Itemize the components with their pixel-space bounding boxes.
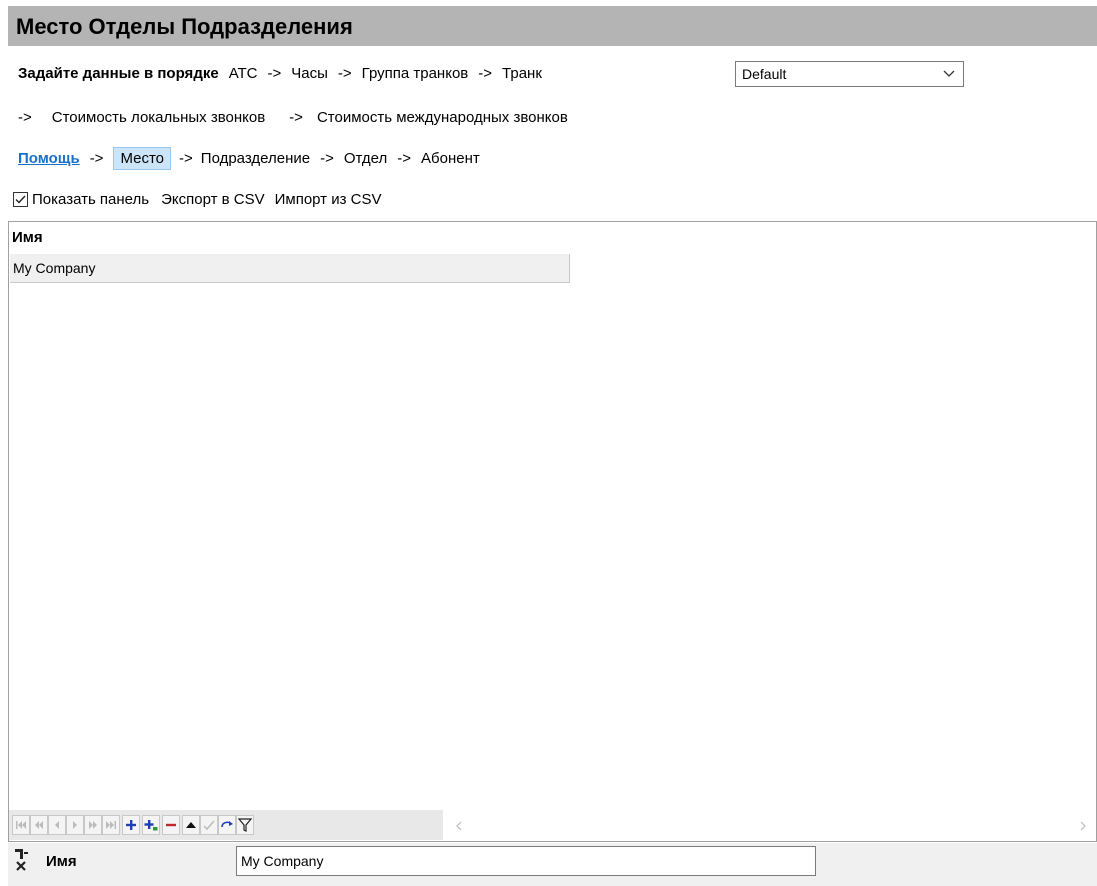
clear-filter-icon — [15, 849, 28, 871]
checkmark-icon — [15, 195, 26, 204]
nav-item-department[interactable]: Отдел — [344, 150, 387, 167]
prev-page-button[interactable] — [30, 815, 48, 835]
edit-record-button[interactable] — [182, 815, 200, 835]
clear-filter-button[interactable] — [12, 846, 38, 876]
scroll-right-icon — [1080, 821, 1086, 831]
nav-item-place[interactable]: Место — [113, 147, 172, 170]
next-record-button[interactable] — [66, 815, 84, 835]
filter-icon — [238, 818, 252, 832]
title-bar: Место Отделы Подразделения — [8, 6, 1097, 46]
order-breadcrumb: Задайте данные в порядке АТС -> Часы -> Групп… — [18, 65, 542, 82]
first-icon — [16, 821, 26, 829]
international-calls-cost-link[interactable]: Стоимость международных звонков — [317, 109, 568, 126]
show-panel-checkbox[interactable] — [13, 192, 28, 207]
insert-record-button[interactable] — [122, 815, 140, 835]
order-intro: Задайте данные в порядке — [18, 65, 219, 82]
import-csv-link[interactable]: Импорт из CSV — [275, 191, 382, 208]
arrow: -> — [397, 150, 412, 167]
name-field-label: Имя — [46, 853, 77, 870]
order-item-trunk-group[interactable]: Группа транков — [362, 65, 469, 82]
post-icon — [203, 820, 215, 831]
insert-icon — [126, 820, 136, 830]
arrow: -> — [337, 65, 352, 82]
order-item-trunk[interactable]: Транк — [502, 65, 542, 82]
data-grid[interactable] — [8, 221, 1097, 842]
nav-item-subscriber[interactable]: Абонент — [421, 150, 480, 167]
next-page-icon — [89, 821, 97, 829]
horizontal-scrollbar[interactable] — [443, 810, 1095, 840]
arrow: -> — [320, 150, 334, 167]
trunk-select-value: Default — [742, 66, 787, 82]
cost-breadcrumb: -> Стоимость локальных звонков -> Стоимость… — [18, 109, 568, 126]
next-icon — [73, 821, 77, 829]
table-cell: My Company — [13, 260, 96, 276]
local-calls-cost-link[interactable]: Стоимость локальных звонков — [52, 109, 265, 126]
arrow: -> — [179, 150, 193, 167]
trunk-select[interactable]: Default — [735, 61, 964, 87]
column-header-name[interactable]: Имя — [12, 229, 43, 246]
append-icon — [144, 820, 158, 831]
table-row[interactable]: My Company — [10, 254, 570, 283]
arrow: -> — [478, 65, 493, 82]
arrow: -> — [18, 109, 32, 126]
name-field[interactable] — [236, 846, 816, 876]
append-record-button[interactable] — [142, 815, 160, 835]
order-item-atc[interactable]: АТС — [229, 65, 258, 82]
hierarchy-breadcrumb: Помощь -> Место -> Подразделение -> Отдел -> Або… — [18, 147, 480, 170]
prev-record-button[interactable] — [48, 815, 66, 835]
post-record-button[interactable] — [200, 815, 218, 835]
show-panel-label[interactable]: Показать панель — [32, 191, 149, 208]
prev-icon — [55, 821, 59, 829]
first-record-button[interactable] — [12, 815, 30, 835]
export-csv-link[interactable]: Экспорт в CSV — [161, 191, 265, 208]
scroll-left-icon — [456, 821, 462, 831]
edit-icon — [186, 822, 196, 828]
chevron-down-icon — [943, 70, 955, 77]
delete-record-button[interactable] — [162, 815, 180, 835]
nav-item-division[interactable]: Подразделение — [201, 150, 310, 167]
cancel-edit-button[interactable] — [218, 815, 236, 835]
last-record-button[interactable] — [102, 815, 120, 835]
filter-button[interactable] — [236, 815, 254, 835]
arrow: -> — [267, 65, 282, 82]
arrow: -> — [89, 150, 104, 167]
next-page-button[interactable] — [84, 815, 102, 835]
options-row: Показать панель Экспорт в CSV Импорт из CS… — [32, 191, 381, 208]
last-icon — [106, 821, 116, 829]
order-item-hours[interactable]: Часы — [291, 65, 328, 82]
help-link[interactable]: Помощь — [18, 150, 80, 167]
delete-icon — [166, 823, 176, 827]
page-title: Место Отделы Подразделения — [16, 14, 353, 39]
cancel-icon — [221, 821, 233, 828]
prev-page-icon — [35, 821, 43, 829]
arrow: -> — [289, 109, 303, 126]
